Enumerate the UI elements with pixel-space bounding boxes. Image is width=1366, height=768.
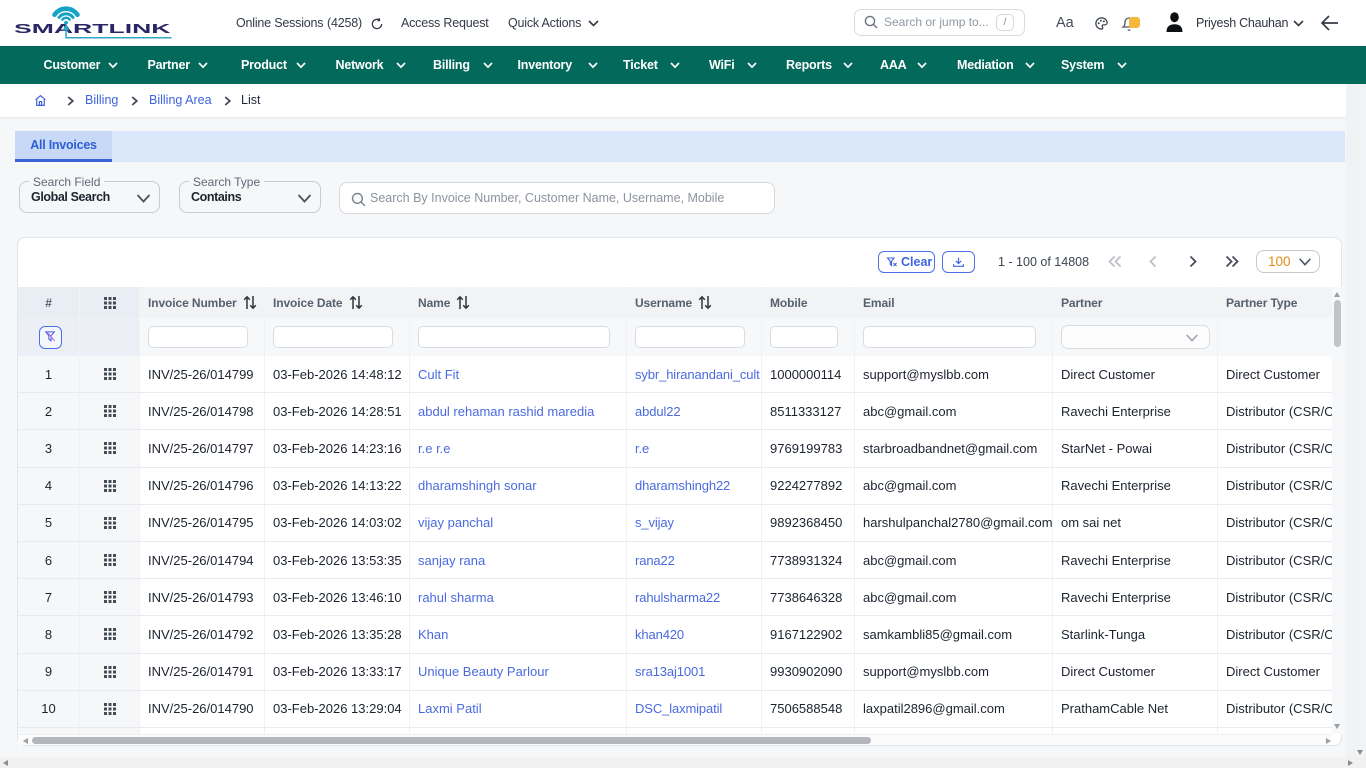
svg-text:SMARTLINK: SMARTLINK (14, 22, 171, 36)
